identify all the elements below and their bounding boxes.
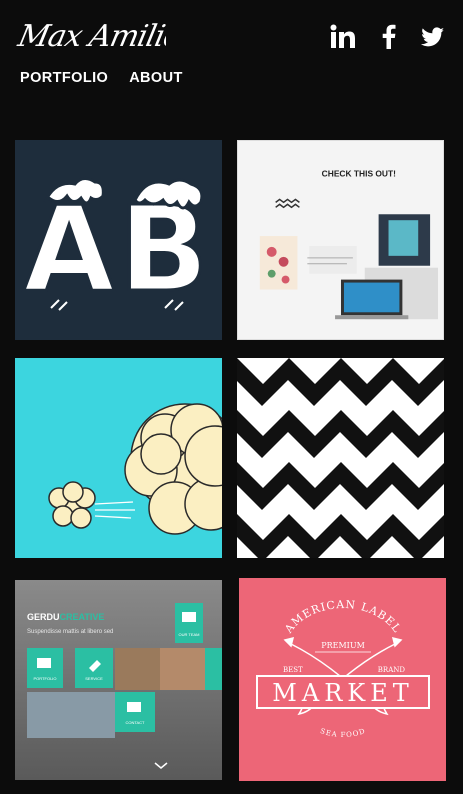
portfolio-tile-check-this-out[interactable]: CHECK THIS OUT! [237, 140, 444, 340]
tile5-menu-our-team: OUR TEAM [178, 632, 199, 637]
portfolio-tile-ab-lettering[interactable]: AB [15, 140, 222, 340]
portfolio-tile-chevron-pattern[interactable] [237, 358, 444, 558]
site-logo[interactable]: Max Amilion [14, 12, 203, 58]
twitter-icon [420, 27, 445, 47]
nav-portfolio[interactable]: PORTFOLIO [20, 70, 108, 86]
mockup-text-block [309, 245, 357, 274]
tile5-menu-portfolio: PORTFOLIO [33, 676, 56, 681]
linkedin-link[interactable] [328, 22, 358, 52]
svg-text:GERDUCREATIVE: GERDUCREATIVE [27, 612, 104, 622]
facebook-icon [382, 24, 396, 49]
tile5-menu-contact: CONTACT [125, 720, 145, 725]
tile6-premium: PREMIUM [321, 641, 365, 650]
portfolio-tile-cloud-puff[interactable] [15, 358, 222, 558]
photo-person [27, 692, 115, 738]
linkedin-icon [330, 24, 355, 48]
tile6-brand: BRAND [378, 666, 406, 674]
nav-about[interactable]: ABOUT [129, 70, 183, 86]
twitter-link[interactable] [418, 22, 446, 52]
tile5-menu-service: SERVICE [85, 676, 103, 681]
menu-tile-our-team[interactable] [175, 603, 203, 643]
portfolio-tile-market-label[interactable]: AMERICAN LABEL PREMIUM BEST BRAND MARKET… [239, 578, 446, 781]
logo-text: Max Amilion [16, 19, 166, 54]
tile6-title: MARKET [272, 679, 413, 707]
tile5-brand: GERDU [27, 612, 60, 622]
chevron-pattern [237, 358, 444, 558]
small-cloud [48, 481, 96, 529]
portfolio-tile-gerdu-creative[interactable]: GERDUCREATIVE Suspendisse mattis at libe… [15, 580, 222, 780]
main-nav: PORTFOLIO ABOUT [20, 70, 183, 86]
tile2-headline: CHECK THIS OUT! [322, 169, 396, 179]
tile5-tagline: Suspendisse mattis at libero sed [27, 629, 113, 635]
mockup-floral-card [259, 236, 298, 290]
tile5-brand-accent: CREATIVE [60, 612, 105, 622]
facebook-link[interactable] [374, 22, 404, 52]
tile6-best: BEST [283, 666, 303, 674]
